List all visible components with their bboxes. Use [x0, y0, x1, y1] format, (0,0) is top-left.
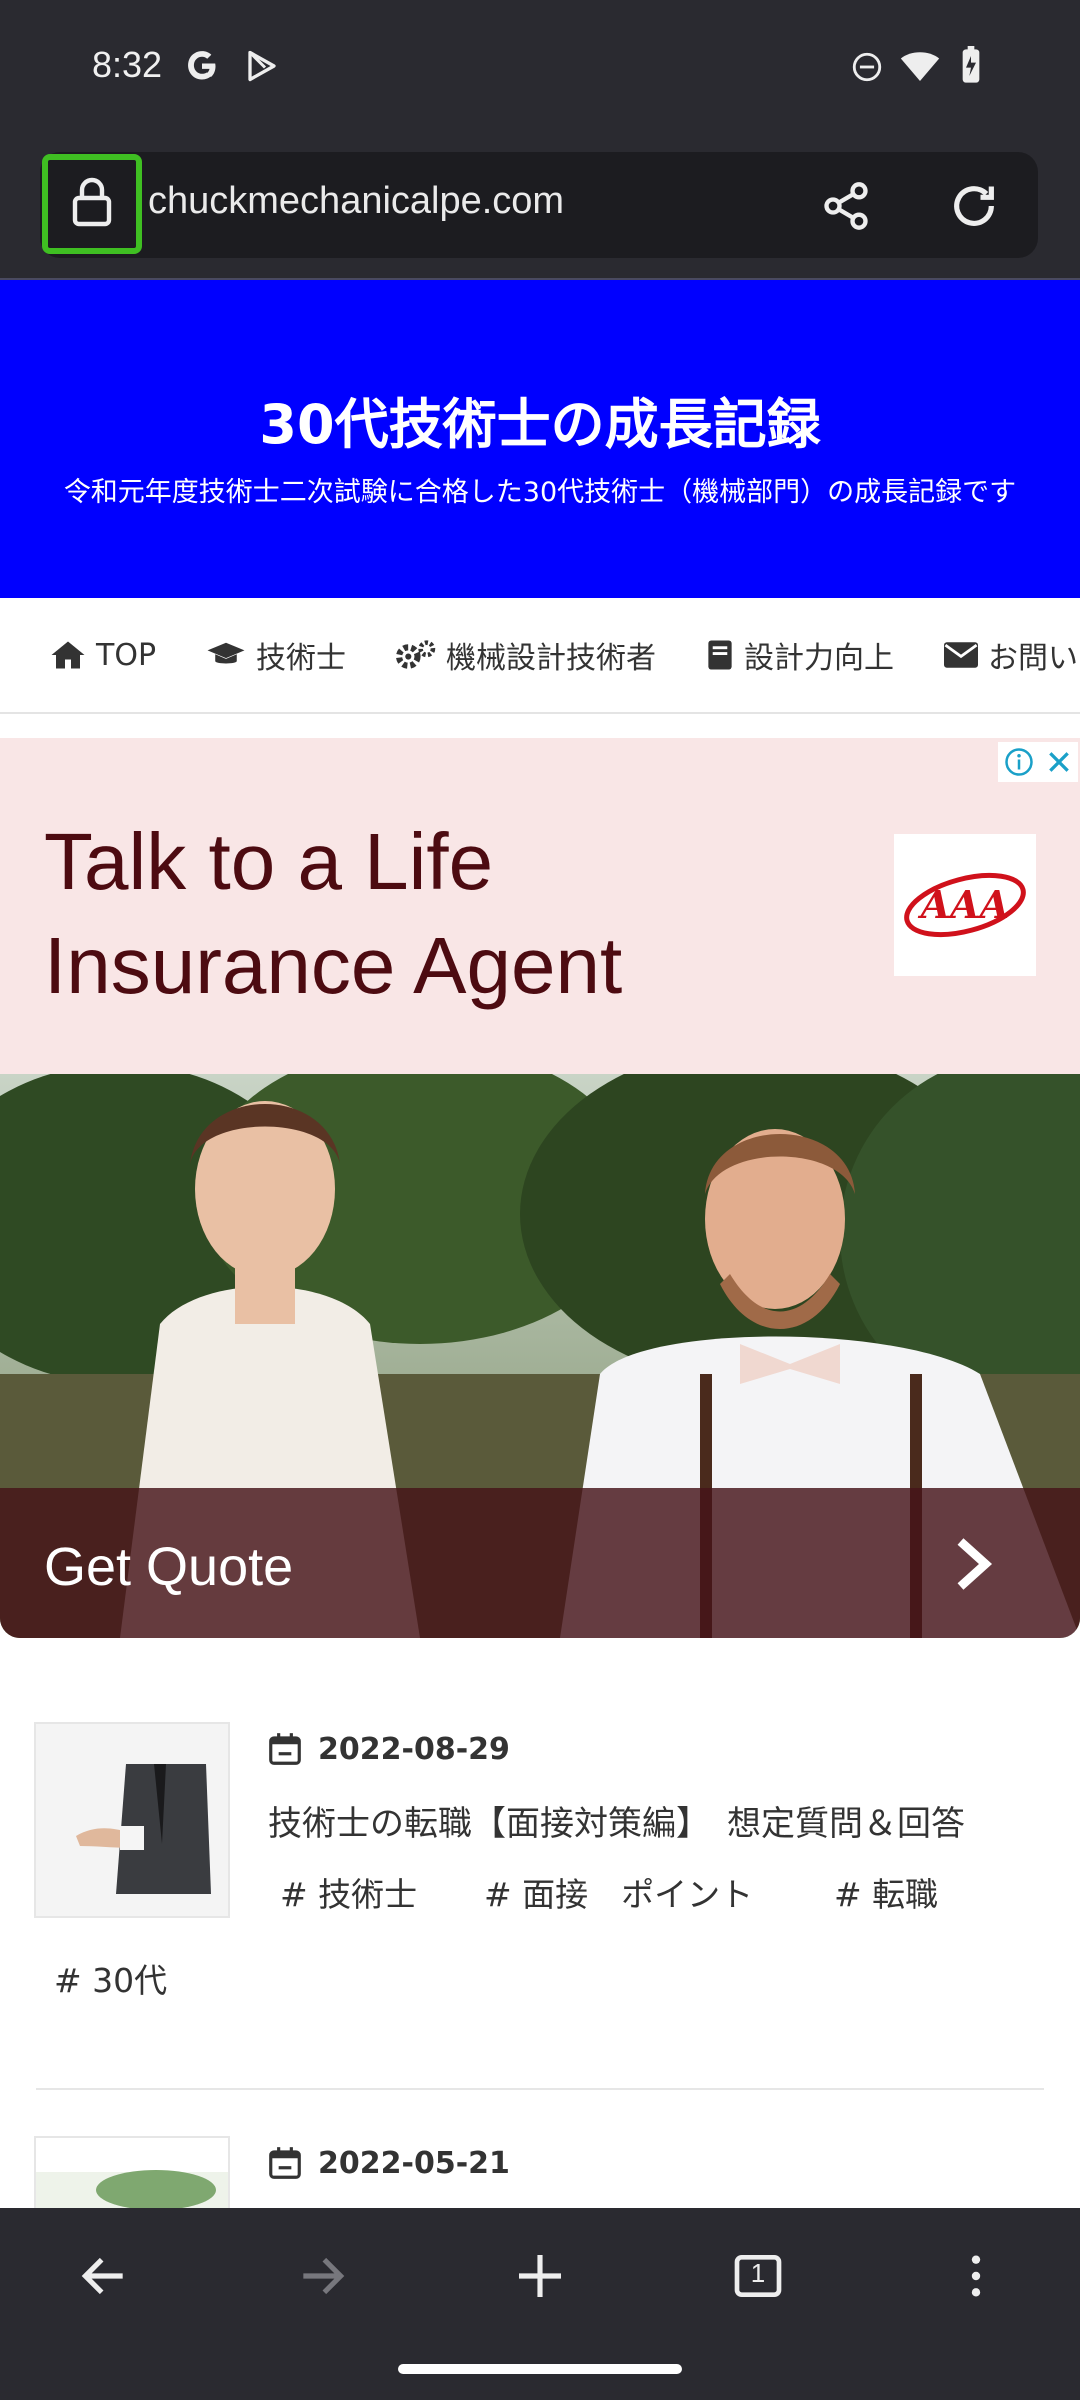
calendar-icon	[269, 2147, 301, 2179]
nav-item-engineer[interactable]: 技術士	[206, 633, 346, 677]
nav-item-top[interactable]: TOP	[50, 638, 156, 673]
post-date: 2022-05-21	[266, 2144, 510, 2182]
site-subtitle: 令和元年度技術士二次試験に合格した30代技術士（機械部門）の成長記録です	[63, 477, 1017, 508]
nav-item-mechanical-design[interactable]: 機械設計技術者	[396, 633, 656, 677]
tag-link[interactable]: # 技術士	[280, 1868, 417, 1916]
advertisement[interactable]: Talk to a Life Insurance Agent AAA Get Q…	[0, 738, 1080, 1638]
close-icon[interactable]	[1046, 749, 1072, 775]
arrow-left-icon	[81, 2257, 123, 2295]
info-icon[interactable]	[1004, 747, 1034, 777]
ad-headline-line1: Talk to a Life	[44, 817, 494, 906]
tab-count: 1	[750, 2258, 766, 2288]
new-tab-button[interactable]	[512, 2248, 568, 2308]
ad-cta-bar[interactable]: Get Quote	[0, 1488, 1080, 1638]
lock-icon	[70, 176, 114, 232]
ad-headline[interactable]: Talk to a Life Insurance Agent	[44, 810, 622, 1018]
home-icon	[51, 641, 85, 669]
envelope-icon	[944, 642, 979, 668]
post-thumbnail[interactable]	[34, 2136, 230, 2210]
nav-item-design-skills[interactable]: 設計力向上	[706, 633, 894, 677]
aaa-logo-text: AAA	[918, 882, 1009, 927]
site-header[interactable]: 30代技術士の成長記録 令和元年度技術士二次試験に合格した30代技術士（機械部門…	[0, 280, 1080, 598]
reload-button[interactable]	[948, 180, 1000, 236]
book-icon	[708, 640, 732, 670]
tag-link[interactable]: # 30代	[54, 1954, 167, 2002]
post-date-text: 2022-08-29	[318, 1731, 510, 1767]
post-thumbnail[interactable]	[34, 1722, 230, 1918]
nav-item-contact[interactable]: お問い	[944, 633, 1078, 677]
nav-label: お問い	[988, 641, 1079, 676]
arrow-right-icon	[303, 2257, 345, 2295]
play-store-icon	[244, 48, 280, 88]
get-quote-label: Get Quote	[44, 1537, 294, 1597]
share-button[interactable]	[820, 180, 872, 236]
post-date: 2022-08-29	[266, 1730, 510, 1768]
share-icon	[820, 182, 872, 236]
post-separator	[36, 2088, 1044, 2090]
post-title[interactable]: 技術士の転職【面接対策編】 想定質問＆回答	[268, 1796, 965, 1845]
calendar-icon	[269, 1733, 301, 1765]
graduation-cap-icon	[207, 642, 245, 664]
url-text[interactable]: chuckmechanicalpe.com	[148, 180, 564, 223]
back-button[interactable]	[76, 2248, 132, 2308]
ad-choices-badge[interactable]	[998, 742, 1078, 782]
tab-switcher-button[interactable]: 1	[730, 2248, 786, 2304]
menu-button[interactable]	[948, 2248, 1004, 2308]
site-title[interactable]: 30代技術士の成長記録	[0, 380, 1080, 459]
aaa-logo[interactable]: AAA	[894, 834, 1036, 976]
forward-button[interactable]	[294, 2248, 350, 2308]
do-not-disturb-icon	[850, 50, 884, 88]
ad-headline-line2: Insurance Agent	[44, 921, 623, 1010]
wifi-icon	[900, 48, 940, 88]
site-info-button[interactable]	[42, 154, 142, 254]
more-vert-icon	[971, 2255, 981, 2297]
site-nav: TOP 技術士 機械設計技術者 設計力向上 お問い	[0, 598, 1080, 714]
plus-icon	[519, 2255, 561, 2297]
nav-label: 技術士	[256, 641, 347, 676]
nav-label: TOP	[96, 637, 157, 673]
post-date-text: 2022-05-21	[318, 2145, 510, 2181]
battery-icon	[954, 46, 988, 90]
nav-label: 機械設計技術者	[446, 641, 657, 676]
status-time: 8:32	[92, 44, 163, 85]
nav-label: 設計力向上	[744, 641, 895, 676]
tag-link[interactable]: # 転職	[834, 1868, 938, 1916]
gesture-handle[interactable]	[398, 2364, 682, 2374]
gears-icon	[396, 640, 436, 669]
reload-icon	[948, 186, 1000, 236]
tag-link[interactable]: # 面接 ポイント	[484, 1868, 753, 1916]
google-icon	[184, 48, 220, 88]
chevron-right-icon	[957, 1538, 993, 1590]
